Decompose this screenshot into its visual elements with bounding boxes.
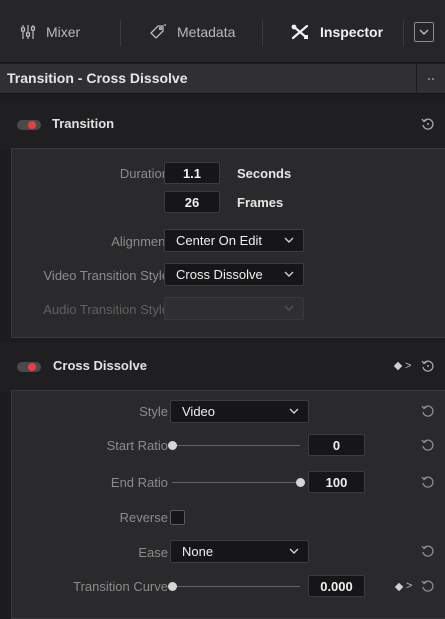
ease-label: Ease bbox=[138, 545, 168, 560]
panel-title: Transition - Cross Dissolve bbox=[7, 70, 188, 86]
ease-value: None bbox=[182, 544, 214, 559]
start-ratio-field[interactable]: 0 bbox=[308, 434, 365, 456]
tab-inspector[interactable]: Inspector bbox=[290, 14, 383, 50]
ease-reset-icon[interactable] bbox=[421, 544, 435, 558]
duration-frames-field[interactable]: 26 bbox=[164, 191, 220, 213]
seconds-unit-label: Seconds bbox=[237, 166, 292, 181]
cross-dissolve-section-title: Cross Dissolve bbox=[53, 358, 147, 373]
cross-dissolve-enable-toggle[interactable] bbox=[17, 362, 41, 372]
end-ratio-reset-icon[interactable] bbox=[421, 475, 435, 489]
inspector-tab-bar: Mixer Metadata Inspector bbox=[0, 0, 445, 63]
style-value: Video bbox=[182, 404, 216, 419]
reset-icon[interactable] bbox=[421, 359, 435, 373]
audio-transition-style-dropdown[interactable] bbox=[164, 297, 304, 320]
start-ratio-slider-handle[interactable] bbox=[168, 441, 177, 450]
chevron-down-icon bbox=[284, 271, 294, 277]
panel-title-bar: Transition - Cross Dissolve bbox=[0, 64, 445, 94]
inspector-tools-icon bbox=[290, 23, 310, 41]
tab-inspector-label: Inspector bbox=[320, 24, 384, 40]
keyframe-diamond-icon[interactable] bbox=[393, 361, 403, 371]
start-ratio-label: Start Ratio bbox=[106, 438, 168, 453]
transition-section-body: Duration 1.1 Seconds 26 Frames Alignment… bbox=[11, 148, 445, 338]
next-keyframe-arrow-icon[interactable]: > bbox=[406, 581, 412, 592]
start-ratio-reset-icon[interactable] bbox=[421, 438, 435, 452]
cross-dissolve-section-body: Style Video Start Ratio 0 End Ratio 100 … bbox=[11, 390, 445, 619]
end-ratio-slider-handle[interactable] bbox=[296, 478, 305, 487]
video-transition-style-value: Cross Dissolve bbox=[176, 267, 263, 282]
transition-curve-slider-track[interactable] bbox=[172, 586, 300, 587]
duration-seconds-field[interactable]: 1.1 bbox=[164, 162, 220, 184]
tab-divider bbox=[403, 20, 404, 46]
next-keyframe-arrow-icon[interactable]: > bbox=[405, 361, 411, 372]
tab-metadata-label: Metadata bbox=[177, 24, 236, 40]
chevron-down-icon bbox=[284, 305, 294, 311]
metadata-tag-icon bbox=[149, 24, 167, 40]
reverse-checkbox[interactable] bbox=[170, 510, 185, 525]
end-ratio-slider-track[interactable] bbox=[172, 482, 300, 483]
chevron-down-icon bbox=[289, 408, 299, 414]
chevron-down-icon bbox=[284, 237, 294, 243]
alignment-dropdown[interactable]: Center On Edit bbox=[164, 229, 304, 252]
audio-transition-style-label: Audio Transition Style bbox=[43, 302, 169, 317]
toggle-knob bbox=[28, 363, 36, 371]
tab-mixer[interactable]: Mixer bbox=[20, 14, 80, 50]
end-ratio-field[interactable]: 100 bbox=[308, 471, 365, 493]
style-reset-icon[interactable] bbox=[421, 404, 435, 418]
video-transition-style-dropdown[interactable]: Cross Dissolve bbox=[164, 263, 304, 286]
keyframe-diamond-icon[interactable] bbox=[394, 582, 404, 592]
chevron-down-icon bbox=[289, 548, 299, 554]
collapse-panel-button[interactable] bbox=[414, 22, 434, 42]
reset-icon[interactable] bbox=[421, 117, 435, 131]
more-dot bbox=[432, 78, 434, 80]
ease-dropdown[interactable]: None bbox=[170, 540, 309, 563]
mixer-sliders-icon bbox=[20, 24, 36, 40]
style-label: Style bbox=[139, 404, 168, 419]
cross-dissolve-section-header[interactable]: Cross Dissolve > bbox=[0, 342, 445, 392]
transition-curve-label: Transition Curve bbox=[73, 579, 168, 594]
duration-label: Duration bbox=[119, 166, 169, 181]
alignment-value: Center On Edit bbox=[176, 233, 262, 248]
start-ratio-slider-track[interactable] bbox=[172, 445, 300, 446]
end-ratio-label: End Ratio bbox=[110, 475, 168, 490]
tab-divider bbox=[120, 20, 121, 46]
chevron-down-icon bbox=[419, 29, 429, 35]
tab-metadata[interactable]: Metadata bbox=[149, 14, 235, 50]
frames-unit-label: Frames bbox=[237, 195, 284, 210]
tab-divider bbox=[262, 20, 263, 46]
transition-curve-field[interactable]: 0.000 bbox=[308, 575, 365, 597]
transition-section-title: Transition bbox=[52, 116, 115, 131]
transition-curve-slider-handle[interactable] bbox=[168, 582, 177, 591]
style-dropdown[interactable]: Video bbox=[170, 400, 309, 423]
more-dot bbox=[428, 78, 430, 80]
transition-section-header[interactable]: Transition bbox=[0, 100, 445, 150]
video-transition-style-label: Video Transition Style bbox=[43, 268, 170, 283]
more-options-button[interactable] bbox=[416, 64, 445, 94]
alignment-label: Alignment bbox=[111, 234, 169, 249]
transition-enable-toggle[interactable] bbox=[17, 120, 41, 130]
reverse-label: Reverse bbox=[119, 510, 168, 525]
toggle-knob bbox=[28, 121, 36, 129]
transition-curve-reset-icon[interactable] bbox=[421, 579, 435, 593]
tab-mixer-label: Mixer bbox=[46, 24, 81, 40]
